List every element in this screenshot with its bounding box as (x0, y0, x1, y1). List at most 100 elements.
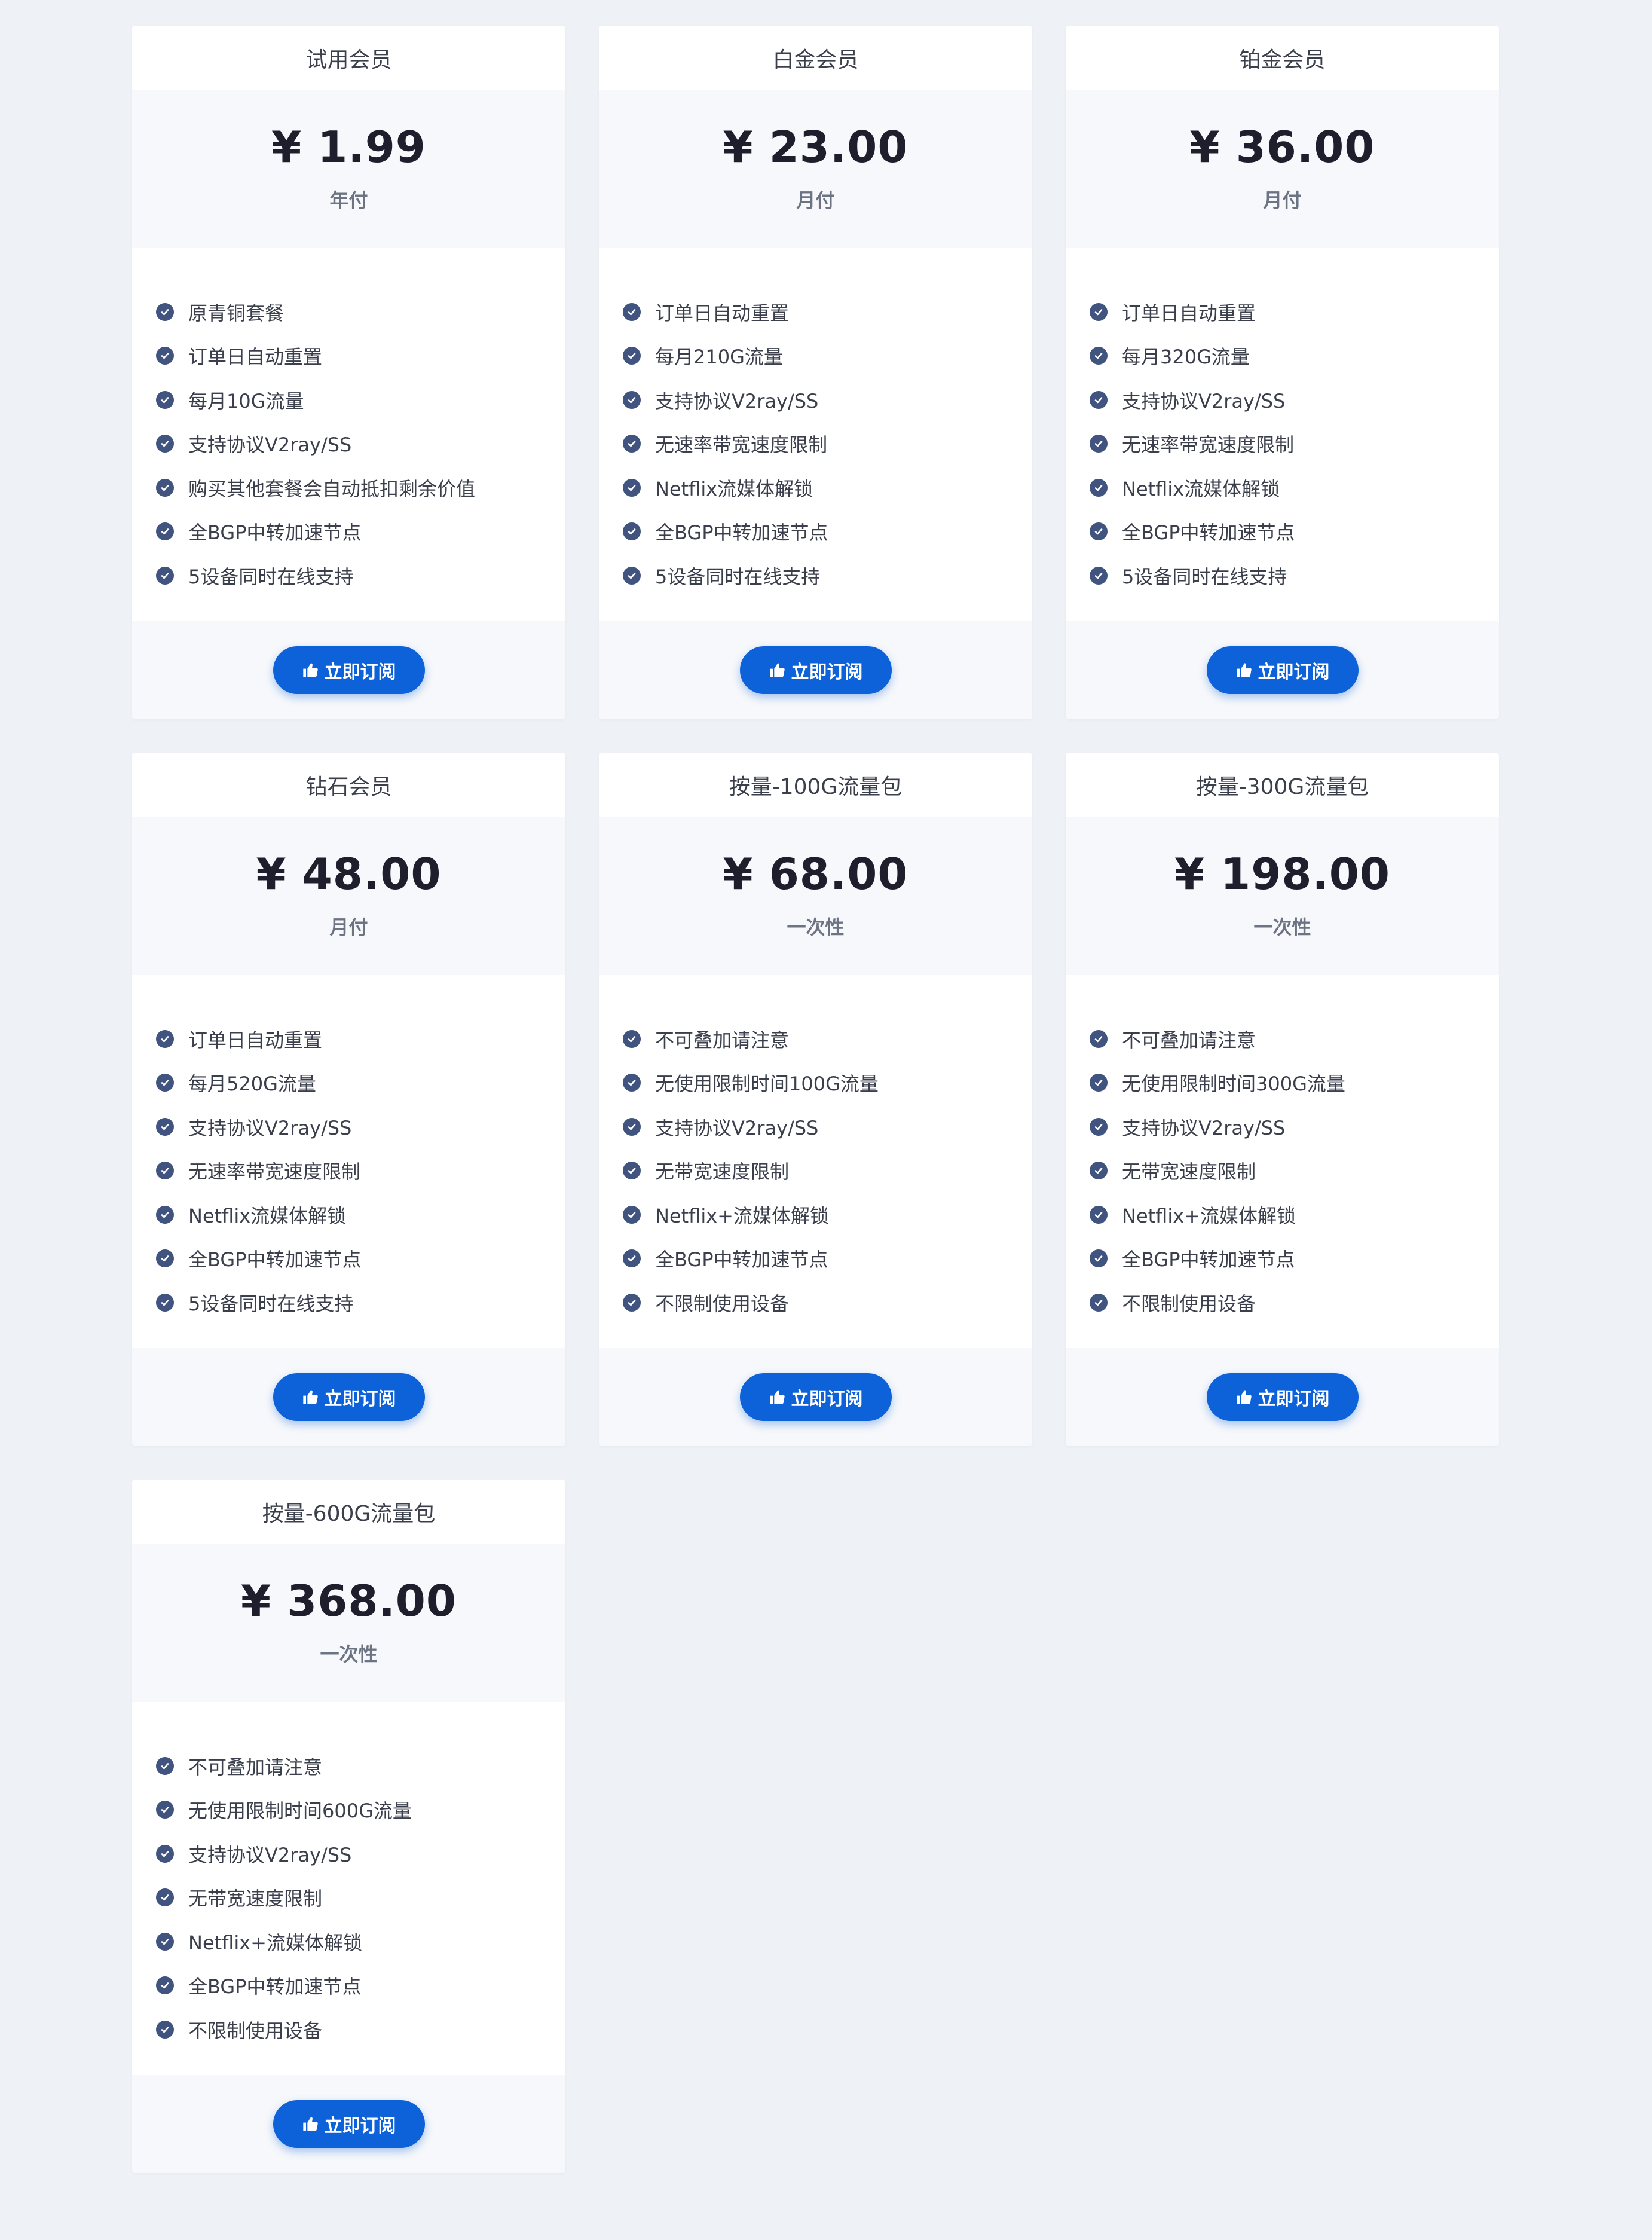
check-circle-icon (1090, 1117, 1108, 1136)
plan-price: ¥ 368.00 (240, 1576, 457, 1626)
feature-item: 5设备同时在线支持 (623, 554, 1032, 598)
check-circle-icon (156, 302, 174, 321)
feature-list: 不可叠加请注意 无使用限制时间100G流量 支持协议V2ray/SS 无带宽速度… (599, 975, 1032, 1348)
feature-item: Netflix+流媒体解锁 (156, 1920, 565, 1964)
check-circle-icon (623, 1205, 641, 1224)
feature-item: 订单日自动重置 (1090, 290, 1499, 334)
subscribe-button[interactable]: 立即订阅 (1206, 646, 1359, 694)
check-circle-icon (1090, 1029, 1108, 1048)
plan-price: ¥ 48.00 (256, 849, 442, 899)
subscribe-label: 立即订阅 (324, 2116, 396, 2137)
feature-text: 无带宽速度限制 (1122, 1160, 1256, 1184)
price-block: ¥ 68.00 一次性 (599, 817, 1032, 975)
feature-text: 支持协议V2ray/SS (188, 1843, 352, 1866)
feature-item: 不限制使用设备 (156, 2007, 565, 2052)
feature-text: 全BGP中转加速节点 (188, 1975, 362, 1998)
check-circle-icon (1090, 1249, 1108, 1268)
check-circle-icon (623, 478, 641, 497)
feature-text: 全BGP中转加速节点 (1122, 1248, 1295, 1272)
feature-item: 全BGP中转加速节点 (623, 510, 1032, 554)
check-circle-icon (156, 1801, 174, 1819)
thumbs-up-icon (1235, 662, 1252, 679)
thumbs-up-icon (302, 662, 319, 679)
feature-item: Netflix+流媒体解锁 (1090, 1193, 1499, 1237)
subscribe-label: 立即订阅 (791, 662, 863, 683)
subscribe-label: 立即订阅 (791, 1389, 863, 1410)
feature-item: 不可叠加请注意 (1090, 1017, 1499, 1061)
check-circle-icon (1090, 478, 1108, 497)
thumbs-up-icon (302, 2116, 319, 2132)
plan-title: 白金会员 (599, 26, 1032, 90)
feature-text: 5设备同时在线支持 (655, 565, 821, 588)
feature-text: Netflix+流媒体解锁 (655, 1204, 829, 1227)
feature-text: 订单日自动重置 (655, 301, 790, 325)
subscribe-button[interactable]: 立即订阅 (273, 2100, 425, 2148)
subscribe-label: 立即订阅 (324, 1389, 396, 1410)
feature-item: 无带宽速度限制 (623, 1149, 1032, 1193)
check-circle-icon (156, 2020, 174, 2039)
check-circle-icon (156, 1932, 174, 1951)
feature-text: 每月320G流量 (1122, 346, 1250, 369)
subscribe-button[interactable]: 立即订阅 (739, 1373, 892, 1421)
check-circle-icon (1090, 347, 1108, 365)
check-circle-icon (156, 1029, 174, 1048)
check-circle-icon (156, 478, 174, 497)
feature-text: 每月10G流量 (188, 389, 304, 412)
card-footer: 立即订阅 (599, 621, 1032, 719)
feature-text: 支持协议V2ray/SS (655, 1116, 819, 1139)
feature-item: 订单日自动重置 (623, 290, 1032, 334)
feature-text: 不限制使用设备 (188, 2019, 323, 2042)
thumbs-up-icon (769, 1389, 785, 1405)
subscribe-button[interactable]: 立即订阅 (273, 1373, 425, 1421)
plan-card: 按量-600G流量包 ¥ 368.00 一次性 不可叠加请注意 无使用限制时间6… (132, 1480, 565, 2173)
feature-text: 5设备同时在线支持 (188, 565, 354, 588)
card-footer: 立即订阅 (1066, 621, 1499, 719)
plan-card: 按量-300G流量包 ¥ 198.00 一次性 不可叠加请注意 无使用限制时间3… (1066, 753, 1499, 1446)
check-circle-icon (156, 1117, 174, 1136)
subscribe-button[interactable]: 立即订阅 (739, 646, 892, 694)
plan-period: 月付 (1263, 189, 1302, 212)
feature-text: 无使用限制时间600G流量 (188, 1799, 412, 1823)
feature-text: 订单日自动重置 (188, 346, 323, 369)
feature-text: 支持协议V2ray/SS (1122, 389, 1286, 412)
feature-item: 全BGP中转加速节点 (1090, 1237, 1499, 1281)
check-circle-icon (1090, 1205, 1108, 1224)
check-circle-icon (156, 1756, 174, 1775)
subscribe-button[interactable]: 立即订阅 (1206, 1373, 1359, 1421)
feature-item: 无速率带宽速度限制 (156, 1149, 565, 1193)
plan-title: 按量-300G流量包 (1066, 753, 1499, 817)
feature-item: 全BGP中转加速节点 (156, 510, 565, 554)
plan-price: ¥ 198.00 (1174, 849, 1390, 899)
feature-text: 订单日自动重置 (1122, 301, 1256, 325)
feature-text: 支持协议V2ray/SS (1122, 1116, 1286, 1139)
plan-period: 月付 (796, 189, 835, 212)
check-circle-icon (156, 566, 174, 585)
check-circle-icon (1090, 1074, 1108, 1092)
feature-list: 订单日自动重置 每月210G流量 支持协议V2ray/SS 无速率带宽速度限制 … (599, 248, 1032, 621)
subscribe-button[interactable]: 立即订阅 (273, 646, 425, 694)
feature-item: 支持协议V2ray/SS (1090, 1105, 1499, 1149)
subscribe-label: 立即订阅 (324, 662, 396, 683)
feature-item: 原青铜套餐 (156, 290, 565, 334)
plan-card: 钻石会员 ¥ 48.00 月付 订单日自动重置 每月520G流量 支持协议V2r… (132, 753, 565, 1446)
thumbs-up-icon (1235, 1389, 1252, 1405)
plan-price: ¥ 1.99 (271, 122, 426, 172)
plan-title: 试用会员 (132, 26, 565, 90)
feature-text: 原青铜套餐 (188, 301, 284, 325)
feature-text: 不可叠加请注意 (188, 1755, 323, 1778)
check-circle-icon (1090, 566, 1108, 585)
card-footer: 立即订阅 (599, 1348, 1032, 1446)
feature-text: 全BGP中转加速节点 (188, 521, 362, 545)
feature-text: 无速率带宽速度限制 (1122, 433, 1295, 457)
feature-item: 无带宽速度限制 (1090, 1149, 1499, 1193)
check-circle-icon (1090, 302, 1108, 321)
feature-text: 无带宽速度限制 (188, 1887, 323, 1911)
plan-card: 铂金会员 ¥ 36.00 月付 订单日自动重置 每月320G流量 支持协议V2r… (1066, 26, 1499, 719)
feature-text: Netflix流媒体解锁 (188, 1204, 347, 1227)
feature-item: Netflix流媒体解锁 (1090, 466, 1499, 510)
plan-price: ¥ 36.00 (1189, 122, 1375, 172)
check-circle-icon (1090, 390, 1108, 409)
plan-period: 一次性 (787, 916, 845, 939)
check-circle-icon (156, 1888, 174, 1907)
feature-item: 5设备同时在线支持 (1090, 554, 1499, 598)
